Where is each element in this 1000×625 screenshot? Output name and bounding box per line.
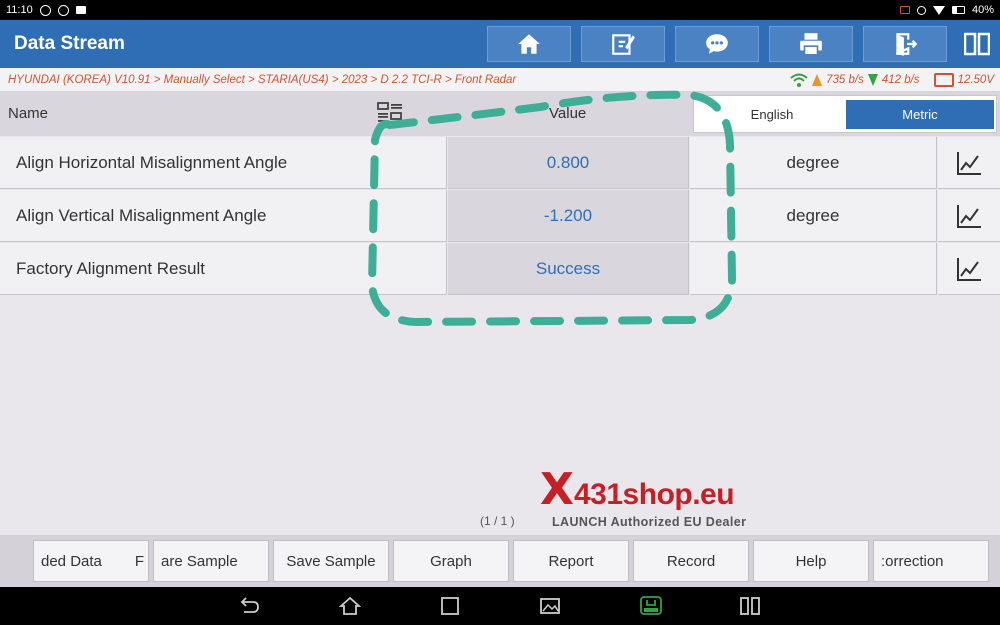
clock: 11:10 — [6, 4, 33, 16]
exit-icon — [895, 33, 918, 56]
download-arrow-icon — [867, 73, 878, 86]
dealer-watermark: X 431shop.eu LAUNCH Authorized EU Dealer — [540, 458, 780, 530]
voltage-reading: 12.50V — [957, 73, 994, 86]
battery-icon — [951, 6, 965, 14]
unit-toggle: English Metric — [693, 95, 997, 133]
feedback-button[interactable] — [675, 26, 759, 62]
help-button[interactable]: Help — [753, 540, 869, 582]
edit-button[interactable] — [581, 26, 665, 62]
android-nav-bar — [0, 587, 1000, 625]
signal-icon — [790, 73, 808, 87]
graph-button[interactable] — [938, 137, 1000, 189]
table-row[interactable]: Factory Alignment Result Success — [0, 243, 1000, 296]
table-row[interactable]: Align Vertical Misalignment Angle -1.200… — [0, 190, 1000, 243]
compare-sample-button[interactable]: are Sample — [153, 540, 269, 582]
location-icon — [916, 5, 926, 15]
exit-button[interactable] — [863, 26, 947, 62]
battery-level: 40% — [971, 4, 994, 16]
line-chart-icon — [957, 151, 981, 175]
line-chart-icon — [957, 257, 981, 281]
upload-rate: 735 b/s — [826, 73, 864, 86]
edit-icon — [612, 34, 635, 55]
column-header-value: Value — [549, 105, 587, 122]
table-row[interactable]: Align Horizontal Misalignment Angle 0.80… — [0, 137, 1000, 190]
graph-button[interactable] — [938, 243, 1000, 295]
row-value: -1.200 — [448, 190, 689, 242]
vci-icon[interactable] — [638, 596, 664, 616]
print-button[interactable] — [769, 26, 853, 62]
home-icon — [518, 34, 540, 54]
chat-icon — [706, 34, 728, 54]
page-title: Data Stream — [14, 33, 125, 54]
page-indicator: (1 / 1 ) — [480, 514, 515, 528]
car-battery-icon — [933, 72, 954, 87]
line-chart-icon — [957, 204, 981, 228]
row-value: Success — [448, 243, 689, 295]
report-button[interactable]: Report — [513, 540, 629, 582]
row-unit — [690, 243, 937, 295]
row-name: Align Horizontal Misalignment Angle — [0, 137, 447, 189]
watermark-x: X — [540, 464, 574, 515]
watermark-brand: 431shop.eu — [574, 478, 735, 511]
back-icon[interactable] — [238, 596, 260, 616]
home-nav-icon[interactable] — [339, 596, 361, 616]
system-status-bar: 11:10 40% — [0, 0, 1000, 20]
row-name: Factory Alignment Result — [0, 243, 447, 295]
print-icon — [800, 33, 822, 56]
column-header-name: Name — [8, 105, 49, 122]
metric-units-button[interactable]: Metric — [846, 100, 994, 129]
message-icon — [39, 4, 51, 16]
correction-button[interactable]: :orrection — [873, 540, 989, 582]
breadcrumb: HYUNDAI (KOREA) V10.91 > Manually Select… — [0, 68, 1000, 92]
screenshot-icon[interactable] — [539, 596, 561, 616]
row-unit: degree — [690, 190, 937, 242]
download-rate: 412 b/s — [881, 73, 920, 86]
upload-arrow-icon — [812, 73, 823, 86]
split-screen-nav-icon[interactable] — [739, 596, 761, 616]
title-bar: Data Stream — [0, 20, 1000, 68]
english-units-button[interactable]: English — [698, 100, 846, 129]
row-unit: degree — [690, 137, 937, 189]
breadcrumb-path: HYUNDAI (KOREA) V10.91 > Manually Select… — [8, 73, 517, 86]
record-button[interactable]: Record — [633, 540, 749, 582]
split-screen-icon[interactable] — [964, 32, 990, 56]
video-icon — [75, 6, 86, 14]
save-sample-button[interactable]: Save Sample — [273, 540, 389, 582]
cast-icon — [899, 6, 910, 14]
settings-icon — [57, 4, 69, 16]
bottom-toolbar: ded Data F are Sample Save Sample Graph … — [0, 535, 1000, 587]
wifi-icon — [932, 5, 945, 15]
recents-icon[interactable] — [439, 596, 461, 616]
row-value: 0.800 — [448, 137, 689, 189]
row-name: Align Vertical Misalignment Angle — [0, 190, 447, 242]
watermark-tagline: LAUNCH Authorized EU Dealer — [552, 515, 747, 529]
graph-button[interactable] — [938, 190, 1000, 242]
graph-view-button[interactable]: Graph — [393, 540, 509, 582]
column-select-icon[interactable] — [377, 102, 403, 124]
recorded-data-button[interactable]: ded Data F — [33, 540, 149, 582]
home-button[interactable] — [487, 26, 571, 62]
